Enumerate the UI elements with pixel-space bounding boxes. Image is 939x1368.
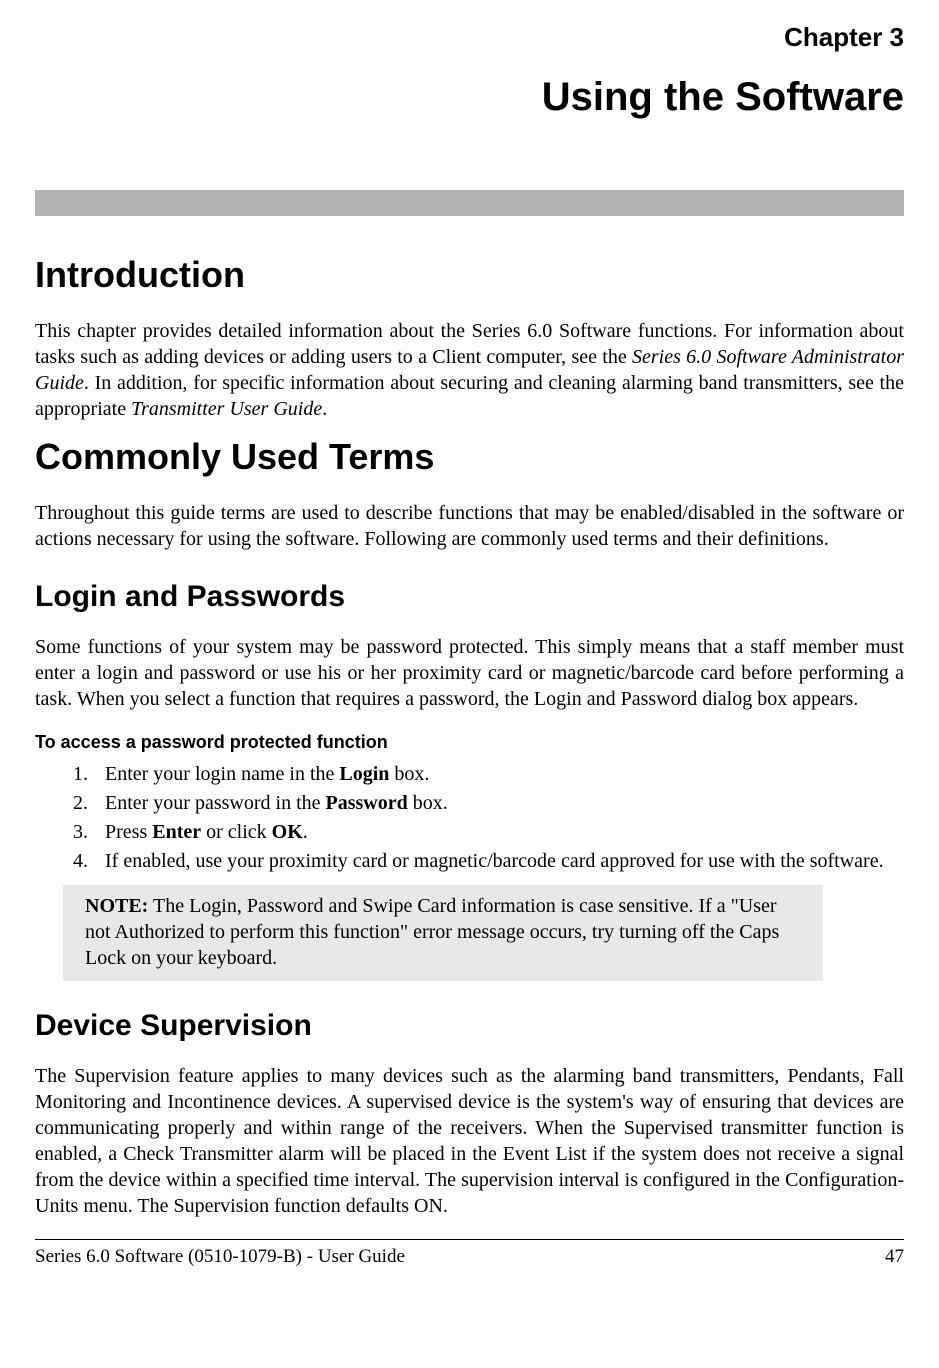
- footer-left: Series 6.0 Software (0510-1079-B) - User…: [35, 1246, 405, 1268]
- heading-device-supervision: Device Supervision: [35, 1009, 904, 1043]
- step-1-bold: Login: [339, 763, 389, 785]
- note-label: NOTE:: [85, 895, 148, 917]
- procedure-steps: Enter your login name in the Login box. …: [35, 763, 904, 873]
- step-3-text-a: Press: [105, 821, 152, 843]
- intro-paragraph: This chapter provides detailed informati…: [35, 318, 904, 422]
- chapter-title: Using the Software: [35, 75, 904, 120]
- step-2: Enter your password in the Password box.: [93, 792, 904, 815]
- step-1: Enter your login name in the Login box.: [93, 763, 904, 786]
- intro-text-3: .: [322, 398, 327, 420]
- step-2-text-a: Enter your password in the: [105, 792, 326, 814]
- step-3-bold-1: Enter: [152, 821, 201, 843]
- intro-italic-2: Transmitter User Guide: [131, 398, 322, 420]
- step-1-text-c: box.: [389, 763, 429, 785]
- page-container: Chapter 3 Using the Software Introductio…: [0, 0, 939, 1296]
- heading-introduction: Introduction: [35, 254, 904, 296]
- note-text: The Login, Password and Swipe Card infor…: [85, 895, 779, 969]
- step-1-text-a: Enter your login name in the: [105, 763, 339, 785]
- step-4: If enabled, use your proximity card or m…: [93, 850, 904, 873]
- terms-paragraph: Throughout this guide terms are used to …: [35, 500, 904, 552]
- step-3-text-e: .: [303, 821, 308, 843]
- heading-login-passwords: Login and Passwords: [35, 580, 904, 614]
- separator-bar: [35, 190, 904, 216]
- step-3-text-c: or click: [201, 821, 272, 843]
- step-3-bold-2: OK: [272, 821, 303, 843]
- note-box: NOTE: The Login, Password and Swipe Card…: [63, 885, 823, 981]
- chapter-label: Chapter 3: [35, 22, 904, 53]
- step-2-bold: Password: [326, 792, 408, 814]
- footer-page-number: 47: [885, 1246, 904, 1268]
- step-3: Press Enter or click OK.: [93, 821, 904, 844]
- page-footer: Series 6.0 Software (0510-1079-B) - User…: [35, 1239, 904, 1268]
- login-paragraph: Some functions of your system may be pas…: [35, 634, 904, 712]
- step-2-text-c: box.: [408, 792, 448, 814]
- device-paragraph: The Supervision feature applies to many …: [35, 1063, 904, 1219]
- heading-access-procedure: To access a password protected function: [35, 732, 904, 753]
- heading-commonly-used-terms: Commonly Used Terms: [35, 436, 904, 478]
